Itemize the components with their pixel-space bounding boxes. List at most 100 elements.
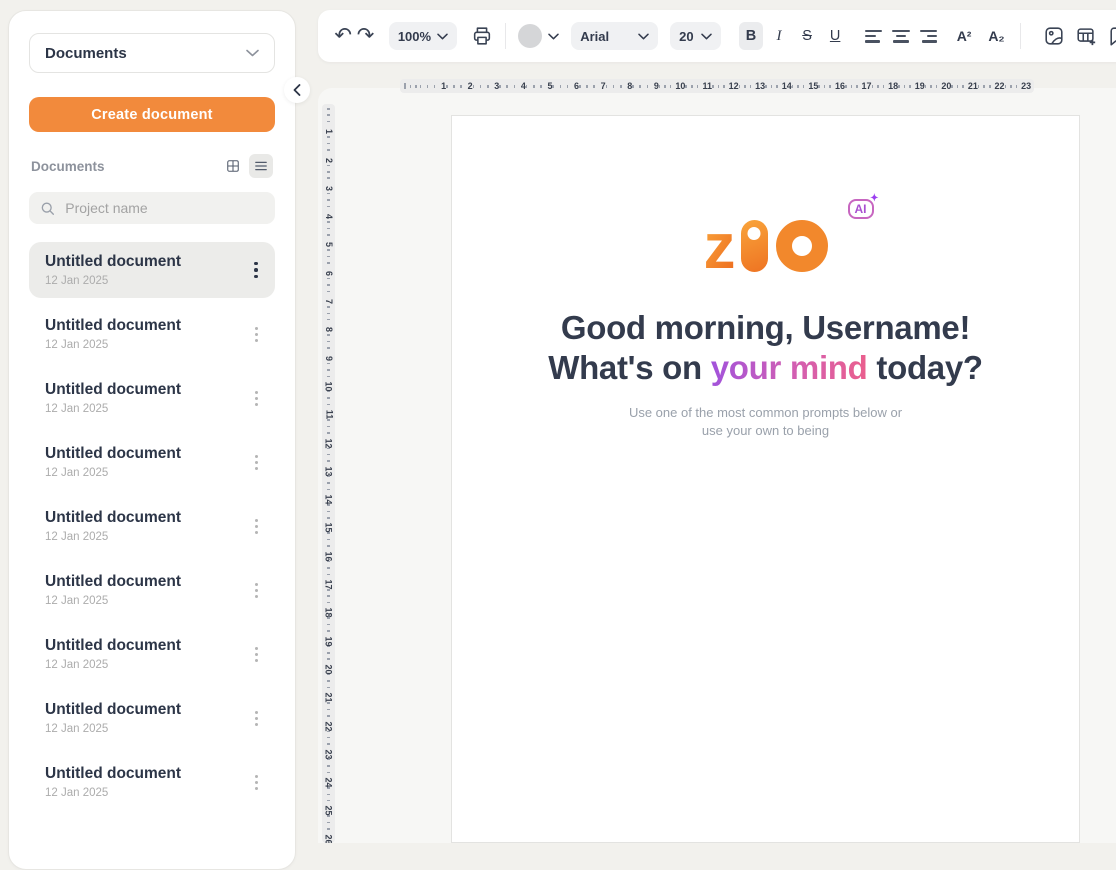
search-icon bbox=[41, 201, 54, 216]
greeting-line1: Good morning, Username! bbox=[561, 309, 970, 346]
font-size-select[interactable]: 20 bbox=[670, 22, 721, 50]
document-list-item[interactable]: Untitled document 12 Jan 2025 bbox=[29, 562, 275, 618]
logo-letter-z: z bbox=[704, 220, 734, 272]
document-title: Untitled document bbox=[45, 445, 181, 463]
vertical-ruler[interactable]: 1234567891011121314151617181920212223242… bbox=[322, 104, 335, 843]
grid-view-button[interactable] bbox=[221, 154, 245, 178]
document-menu-button[interactable] bbox=[243, 251, 269, 289]
documents-section-header: Documents bbox=[31, 154, 273, 178]
search-box[interactable] bbox=[29, 192, 275, 224]
document-list-item[interactable]: Untitled document 12 Jan 2025 bbox=[29, 498, 275, 554]
comment-icon bbox=[1108, 25, 1116, 47]
horizontal-ruler[interactable]: 1234567891011121314151617181920212223 bbox=[400, 79, 1034, 93]
document-menu-button[interactable] bbox=[243, 699, 269, 737]
document-menu-button[interactable] bbox=[243, 379, 269, 417]
underline-button[interactable]: U bbox=[823, 22, 847, 50]
document-menu-button[interactable] bbox=[243, 763, 269, 801]
align-left-button[interactable] bbox=[865, 30, 882, 43]
zoom-value: 100% bbox=[398, 29, 431, 44]
search-input[interactable] bbox=[63, 199, 263, 217]
sparkle-icon: ✦ bbox=[870, 193, 878, 205]
list-view-icon bbox=[255, 160, 267, 172]
document-menu-button[interactable] bbox=[243, 443, 269, 481]
printer-icon bbox=[471, 25, 493, 47]
logo-i-dot bbox=[748, 227, 761, 240]
chevron-down-icon bbox=[701, 33, 712, 40]
document-date: 12 Jan 2025 bbox=[45, 467, 181, 479]
insert-image-button[interactable] bbox=[1043, 25, 1065, 47]
document-meta: Untitled document 12 Jan 2025 bbox=[45, 509, 181, 543]
document-list-item[interactable]: Untitled document 12 Jan 2025 bbox=[29, 306, 275, 362]
align-center-button[interactable] bbox=[892, 30, 909, 43]
redo-button[interactable]: ↷ bbox=[354, 21, 376, 51]
text-color-select[interactable] bbox=[518, 24, 559, 48]
strikethrough-button[interactable]: S bbox=[795, 22, 819, 50]
document-date: 12 Jan 2025 bbox=[45, 403, 181, 415]
align-right-button[interactable] bbox=[920, 30, 937, 43]
document-list-item[interactable]: Untitled document 12 Jan 2025 bbox=[29, 242, 275, 298]
workspace-selector[interactable]: Documents bbox=[29, 33, 275, 73]
ruler-origin-marks bbox=[404, 83, 417, 89]
chevron-down-icon bbox=[638, 33, 649, 40]
document-date: 12 Jan 2025 bbox=[45, 659, 181, 671]
insert-table-button[interactable] bbox=[1075, 25, 1097, 47]
view-toggles bbox=[221, 154, 273, 178]
toolbar: ↶ ↷ 100% Arial 20 B bbox=[318, 10, 1116, 62]
document-menu-button[interactable] bbox=[243, 635, 269, 673]
document-title: Untitled document bbox=[45, 317, 181, 335]
document-title: Untitled document bbox=[45, 381, 181, 399]
document-menu-button[interactable] bbox=[243, 571, 269, 609]
document-meta: Untitled document 12 Jan 2025 bbox=[45, 381, 181, 415]
chevron-down-icon bbox=[437, 33, 448, 40]
bold-button[interactable]: B bbox=[739, 22, 763, 50]
color-swatch bbox=[518, 24, 542, 48]
document-list: Untitled document 12 Jan 2025 Untitled d… bbox=[9, 242, 295, 810]
list-view-button[interactable] bbox=[249, 154, 273, 178]
ai-badge-label: AI bbox=[855, 202, 867, 216]
document-list-item[interactable]: Untitled document 12 Jan 2025 bbox=[29, 754, 275, 810]
document-list-item[interactable]: Untitled document 12 Jan 2025 bbox=[29, 370, 275, 426]
documents-section-label: Documents bbox=[31, 159, 105, 174]
document-title: Untitled document bbox=[45, 701, 181, 719]
zoom-select[interactable]: 100% bbox=[389, 22, 457, 50]
document-menu-button[interactable] bbox=[243, 507, 269, 545]
document-meta: Untitled document 12 Jan 2025 bbox=[45, 445, 181, 479]
document-title: Untitled document bbox=[45, 637, 181, 655]
document-menu-button[interactable] bbox=[243, 315, 269, 353]
grid-view-icon bbox=[227, 158, 239, 174]
document-title: Untitled document bbox=[45, 765, 181, 783]
document-title: Untitled document bbox=[45, 573, 181, 591]
sidebar-collapse-button[interactable] bbox=[284, 77, 310, 103]
logo-o-shape bbox=[776, 220, 828, 272]
toolbar-divider bbox=[505, 23, 506, 49]
ai-badge: AI ✦ bbox=[848, 199, 874, 219]
document-date: 12 Jan 2025 bbox=[45, 723, 181, 735]
font-family-value: Arial bbox=[580, 29, 609, 44]
create-document-button[interactable]: Create document bbox=[29, 97, 275, 132]
workspace-selector-value: Documents bbox=[45, 45, 127, 62]
sidebar: Documents Create document Documents bbox=[8, 10, 296, 870]
font-family-select[interactable]: Arial bbox=[571, 22, 658, 50]
document-title: Untitled document bbox=[45, 253, 181, 271]
italic-button[interactable]: I bbox=[767, 22, 791, 50]
zio-logo: z AI ✦ bbox=[704, 220, 828, 272]
document-date: 12 Jan 2025 bbox=[45, 275, 181, 287]
comments-button[interactable] bbox=[1108, 25, 1116, 47]
chevron-down-icon bbox=[246, 49, 259, 57]
document-list-item[interactable]: Untitled document 12 Jan 2025 bbox=[29, 434, 275, 490]
document-list-item[interactable]: Untitled document 12 Jan 2025 bbox=[29, 626, 275, 682]
superscript-button[interactable]: A² bbox=[953, 28, 975, 44]
greeting-heading: Good morning, Username! What's on your m… bbox=[452, 308, 1079, 388]
font-size-value: 20 bbox=[679, 29, 693, 44]
chevron-left-icon bbox=[293, 84, 301, 96]
document-list-item[interactable]: Untitled document 12 Jan 2025 bbox=[29, 690, 275, 746]
undo-button[interactable]: ↶ bbox=[332, 21, 354, 51]
subscript-button[interactable]: A₂ bbox=[985, 28, 1007, 44]
document-date: 12 Jan 2025 bbox=[45, 595, 181, 607]
document-page[interactable]: z AI ✦ Good morning, Username! What's on… bbox=[451, 115, 1080, 843]
greeting-line2: What's on your mind today? bbox=[548, 349, 983, 386]
document-meta: Untitled document 12 Jan 2025 bbox=[45, 765, 181, 799]
image-icon bbox=[1043, 25, 1065, 47]
print-button[interactable] bbox=[471, 25, 493, 47]
document-date: 12 Jan 2025 bbox=[45, 787, 181, 799]
